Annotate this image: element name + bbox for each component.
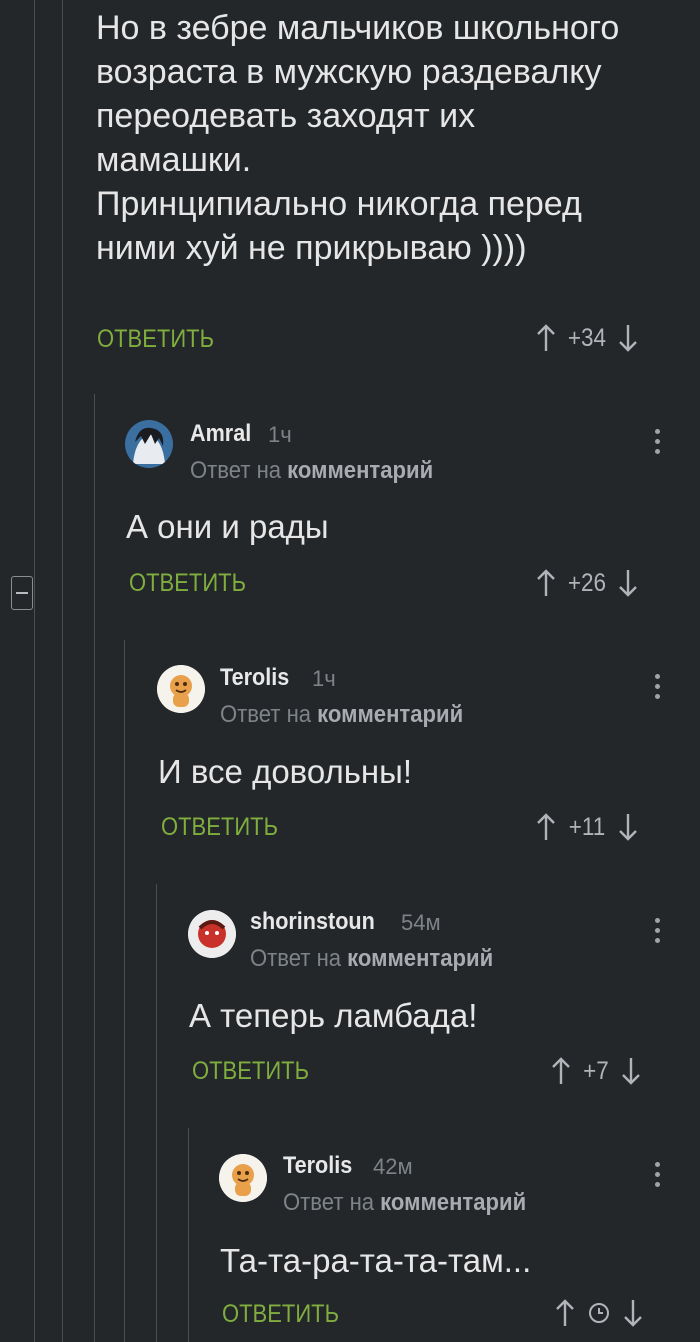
comment-score: +34 <box>567 323 607 352</box>
downvote-icon[interactable] <box>616 323 640 353</box>
comment-score: +7 <box>583 1056 609 1085</box>
reply-to-line: Ответ на комментарий <box>283 1189 526 1217</box>
more-options-icon[interactable] <box>655 674 661 704</box>
reply-button[interactable]: ОТВЕТИТЬ <box>161 813 278 842</box>
reply-to-link[interactable]: комментарий <box>317 701 463 728</box>
more-options-icon[interactable] <box>655 429 661 459</box>
comment-body: Но в зебре мальчиков школьного возраста … <box>96 6 686 270</box>
vote-controls: +7 <box>549 1056 643 1086</box>
avatar[interactable] <box>188 910 236 958</box>
upvote-icon[interactable] <box>534 568 558 598</box>
reply-to-prefix: Ответ на <box>283 1189 375 1216</box>
comment-author[interactable]: Terolis <box>283 1152 352 1180</box>
more-options-icon[interactable] <box>655 918 661 948</box>
reply-to-prefix: Ответ на <box>190 457 282 484</box>
thread-line <box>188 1128 189 1342</box>
thread-line <box>156 884 157 1342</box>
comment-time: 1ч <box>268 422 292 447</box>
upvote-icon[interactable] <box>549 1056 573 1086</box>
downvote-icon[interactable] <box>619 1056 643 1086</box>
reply-to-line: Ответ на комментарий <box>190 457 433 485</box>
downvote-icon[interactable] <box>621 1298 645 1328</box>
comment-time: 42м <box>373 1154 413 1179</box>
comment-score: +26 <box>567 568 607 597</box>
collapse-thread-button[interactable] <box>11 576 33 610</box>
comment-text: Но в зебре мальчиков школьного возраста … <box>96 9 620 267</box>
reply-to-link[interactable]: комментарий <box>287 457 433 484</box>
comment-text: А теперь ламбада! <box>189 997 478 1034</box>
comment-text: А они и рады <box>126 508 329 545</box>
avatar[interactable] <box>219 1154 267 1202</box>
reply-to-line: Ответ на комментарий <box>250 945 493 973</box>
reply-to-link[interactable]: комментарий <box>380 1189 526 1216</box>
comment-author[interactable]: Amral <box>190 420 251 448</box>
thread-line <box>124 640 125 1342</box>
avatar[interactable] <box>125 420 173 468</box>
upvote-icon[interactable] <box>553 1298 577 1328</box>
avatar[interactable] <box>157 665 205 713</box>
reply-button[interactable]: ОТВЕТИТЬ <box>222 1300 339 1329</box>
upvote-icon[interactable] <box>534 812 558 842</box>
reply-to-prefix: Ответ на <box>220 701 312 728</box>
vote-controls <box>553 1298 645 1328</box>
comment-author[interactable]: Terolis <box>220 664 289 692</box>
reply-to-line: Ответ на комментарий <box>220 701 463 729</box>
thread-line <box>34 0 35 1342</box>
vote-controls: +11 <box>534 812 640 842</box>
reply-button[interactable]: ОТВЕТИТЬ <box>97 325 214 354</box>
downvote-icon[interactable] <box>616 568 640 598</box>
comment-time: 1ч <box>312 666 336 691</box>
reply-to-link[interactable]: комментарий <box>347 945 493 972</box>
vote-controls: +26 <box>534 568 640 598</box>
comment-text: Та-та-ра-та-та-там... <box>220 1242 532 1279</box>
comment-text: И все довольны! <box>158 753 413 790</box>
downvote-icon[interactable] <box>616 812 640 842</box>
reply-to-prefix: Ответ на <box>250 945 342 972</box>
reply-button[interactable]: ОТВЕТИТЬ <box>192 1057 309 1086</box>
vote-controls: +34 <box>534 323 640 353</box>
upvote-icon[interactable] <box>534 323 558 353</box>
thread-line <box>94 394 95 1342</box>
comment-score: +11 <box>568 812 606 841</box>
comment-time: 54м <box>401 910 441 935</box>
comment-author[interactable]: shorinstoun <box>250 908 375 936</box>
thread-line <box>62 0 63 1342</box>
minus-icon <box>16 592 28 594</box>
reply-button[interactable]: ОТВЕТИТЬ <box>129 569 246 598</box>
clock-icon <box>589 1303 609 1323</box>
more-options-icon[interactable] <box>655 1162 661 1192</box>
score-hidden <box>577 1302 621 1324</box>
